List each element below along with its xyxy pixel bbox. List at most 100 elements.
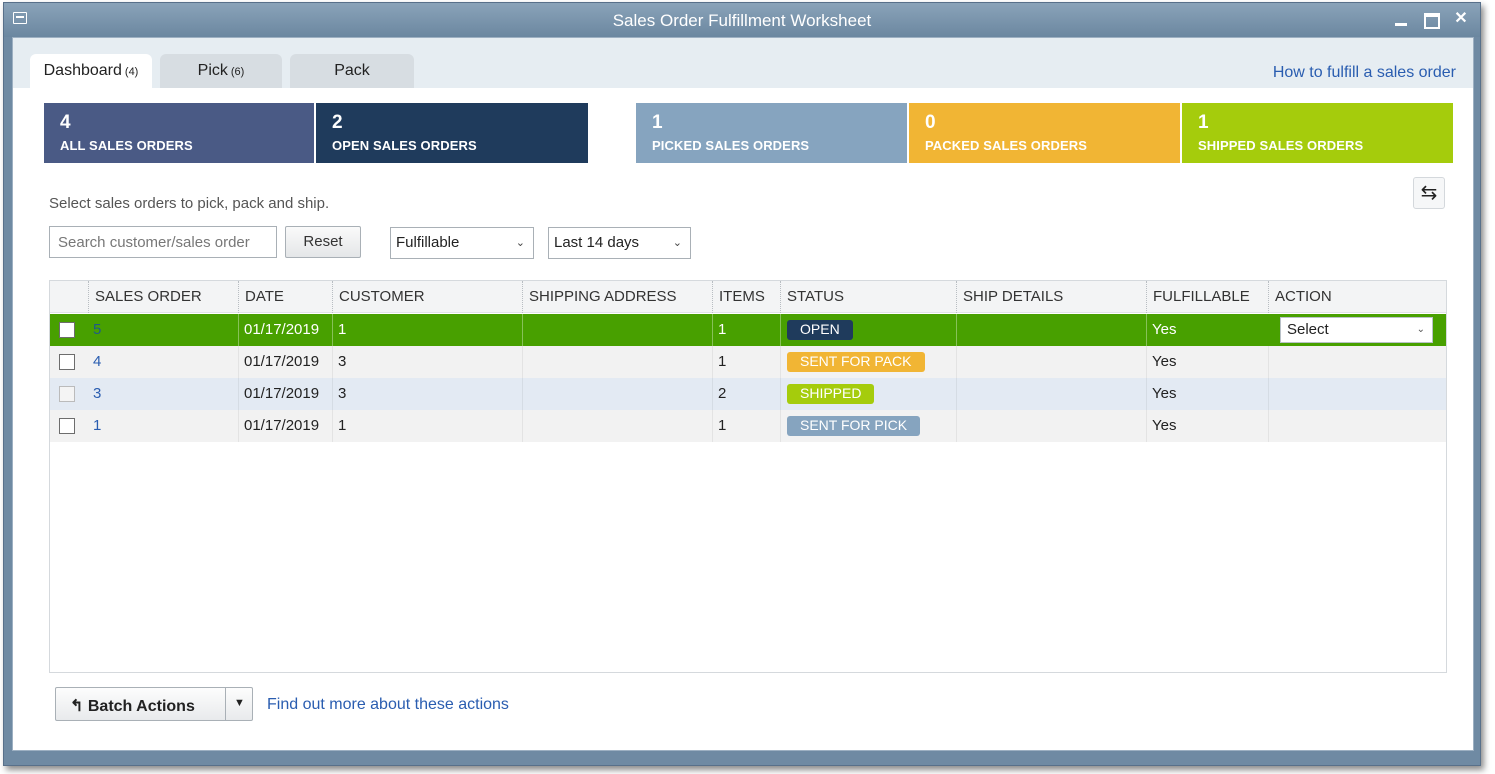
date-range-select[interactable]: Last 14 days ⌄ xyxy=(548,227,691,259)
action-select[interactable]: Select ⌄ xyxy=(1280,317,1433,343)
tab-label: Dashboard xyxy=(43,62,122,79)
card-all-sales-orders[interactable]: 4 ALL SALES ORDERS xyxy=(44,103,314,163)
card-value: 4 xyxy=(60,112,71,133)
worksheet-content: Dashboard (4) Pick (6) Pack How to fulfill… xyxy=(12,37,1474,751)
action-cell xyxy=(1268,378,1446,410)
shipping-address-cell xyxy=(522,346,712,378)
tab-strip: Dashboard (4) Pick (6) Pack How to fulfill… xyxy=(13,38,1473,88)
card-label: PACKED SALES ORDERS xyxy=(925,138,1088,153)
ship-details-cell xyxy=(956,410,1146,442)
search-input[interactable] xyxy=(49,226,277,258)
select-value: Select xyxy=(1287,321,1329,338)
app-window: Sales Order Fulfillment Worksheet ✕ Dash… xyxy=(3,2,1481,766)
batch-actions-help-link[interactable]: Find out more about these actions xyxy=(267,696,509,714)
date-cell: 01/17/2019 xyxy=(238,346,332,378)
table-row[interactable]: 5 01/17/2019 1 1 OPEN Yes Select ⌄ xyxy=(50,314,1446,346)
customer-cell: 3 xyxy=(332,346,522,378)
table-row[interactable]: 1 01/17/2019 1 1 SENT FOR PICK Yes xyxy=(50,410,1446,442)
tab-count: (4) xyxy=(124,66,139,78)
help-link[interactable]: How to fulfill a sales order xyxy=(1273,64,1456,82)
fulfillable-cell: Yes xyxy=(1146,314,1268,346)
refresh-icon[interactable]: ⇆ xyxy=(1413,177,1445,209)
window-title: Sales Order Fulfillment Worksheet xyxy=(612,11,872,30)
card-picked-sales-orders[interactable]: 1 PICKED SALES ORDERS xyxy=(636,103,907,163)
batch-arrow-icon: ↰ xyxy=(70,698,88,715)
table-row[interactable]: 3 01/17/2019 3 2 SHIPPED Yes xyxy=(50,378,1446,410)
date-cell: 01/17/2019 xyxy=(238,378,332,410)
customer-cell: 1 xyxy=(332,410,522,442)
sales-order-number[interactable]: 5 xyxy=(93,321,101,338)
sales-order-number[interactable]: 3 xyxy=(93,385,101,402)
row-checkbox[interactable] xyxy=(59,322,75,338)
sales-order-link[interactable]: 3 xyxy=(88,378,238,410)
card-label: OPEN SALES ORDERS xyxy=(332,138,477,153)
column-header-status[interactable]: STATUS xyxy=(780,281,956,313)
column-header-ship-details[interactable]: SHIP DETAILS xyxy=(956,281,1146,313)
card-open-sales-orders[interactable]: 2 OPEN SALES ORDERS xyxy=(316,103,588,163)
fulfillable-cell: Yes xyxy=(1146,378,1268,410)
sales-order-link[interactable]: 1 xyxy=(88,410,238,442)
card-value: 1 xyxy=(652,112,663,133)
date-cell: 01/17/2019 xyxy=(238,314,332,346)
status-cell: SENT FOR PICK xyxy=(780,410,956,442)
items-cell: 2 xyxy=(712,378,780,410)
batch-actions-label[interactable]: ↰ Batch Actions xyxy=(56,688,224,720)
chevron-down-icon: ⌄ xyxy=(515,237,525,249)
fulfillable-filter-select[interactable]: Fulfillable ⌄ xyxy=(390,227,534,259)
shipping-address-cell xyxy=(522,314,712,346)
sales-order-link[interactable]: 4 xyxy=(88,346,238,378)
status-cell: SHIPPED xyxy=(780,378,956,410)
status-badge: OPEN xyxy=(787,320,853,340)
sales-orders-table: SALES ORDER DATE CUSTOMER SHIPPING ADDRE… xyxy=(49,280,1447,673)
card-label: ALL SALES ORDERS xyxy=(60,138,193,153)
customer-cell: 1 xyxy=(332,314,522,346)
column-header-action[interactable]: ACTION xyxy=(1268,281,1446,313)
ship-details-cell xyxy=(956,378,1146,410)
column-header-sales-order[interactable]: SALES ORDER xyxy=(88,281,238,313)
tab-pick[interactable]: Pick (6) xyxy=(160,54,282,88)
status-badge: SHIPPED xyxy=(787,384,875,404)
close-icon[interactable]: ✕ xyxy=(1453,11,1469,27)
title-bar: Sales Order Fulfillment Worksheet ✕ xyxy=(4,3,1480,37)
table-header: SALES ORDER DATE CUSTOMER SHIPPING ADDRE… xyxy=(50,281,1446,313)
minimize-icon[interactable] xyxy=(1393,11,1409,27)
tab-dashboard[interactable]: Dashboard (4) xyxy=(30,54,152,88)
fulfillable-cell: Yes xyxy=(1146,346,1268,378)
action-cell xyxy=(1268,346,1446,378)
column-header-shipping-address[interactable]: SHIPPING ADDRESS xyxy=(522,281,712,313)
chevron-down-icon: ⌄ xyxy=(1416,324,1425,335)
column-header-date[interactable]: DATE xyxy=(238,281,332,313)
ship-details-cell xyxy=(956,346,1146,378)
customer-cell: 3 xyxy=(332,378,522,410)
sales-order-link[interactable]: 5 xyxy=(88,314,238,346)
ship-details-cell xyxy=(956,314,1146,346)
status-badge: SENT FOR PACK xyxy=(787,352,925,372)
column-header-items[interactable]: ITEMS xyxy=(712,281,780,313)
tab-pack[interactable]: Pack xyxy=(290,54,414,88)
row-checkbox[interactable] xyxy=(59,418,75,434)
tab-label: Pack xyxy=(334,62,370,79)
card-shipped-sales-orders[interactable]: 1 SHIPPED SALES ORDERS xyxy=(1182,103,1453,163)
tab-label: Pick xyxy=(197,62,228,79)
row-checkbox[interactable] xyxy=(59,386,75,402)
card-packed-sales-orders[interactable]: 0 PACKED SALES ORDERS xyxy=(909,103,1180,163)
chevron-down-icon: ⌄ xyxy=(672,237,682,249)
items-cell: 1 xyxy=(712,346,780,378)
shipping-address-cell xyxy=(522,378,712,410)
table-row[interactable]: 4 01/17/2019 3 1 SENT FOR PACK Yes xyxy=(50,346,1446,378)
tab-count: (6) xyxy=(230,66,245,78)
sales-order-number[interactable]: 4 xyxy=(93,353,101,370)
chevron-down-icon[interactable]: ▼ xyxy=(225,688,253,720)
shipping-address-cell xyxy=(522,410,712,442)
batch-actions-button[interactable]: ↰ Batch Actions ▼ xyxy=(55,687,253,721)
row-checkbox[interactable] xyxy=(59,354,75,370)
status-cell: SENT FOR PACK xyxy=(780,346,956,378)
maximize-icon[interactable] xyxy=(1423,11,1440,29)
card-value: 1 xyxy=(1198,112,1209,133)
select-value: Last 14 days xyxy=(554,234,640,251)
sales-order-number[interactable]: 1 xyxy=(93,417,101,434)
column-header-fulfillable[interactable]: FULFILLABLE xyxy=(1146,281,1268,313)
column-header-customer[interactable]: CUSTOMER xyxy=(332,281,522,313)
reset-button[interactable]: Reset xyxy=(285,226,361,258)
card-value: 0 xyxy=(925,112,936,133)
